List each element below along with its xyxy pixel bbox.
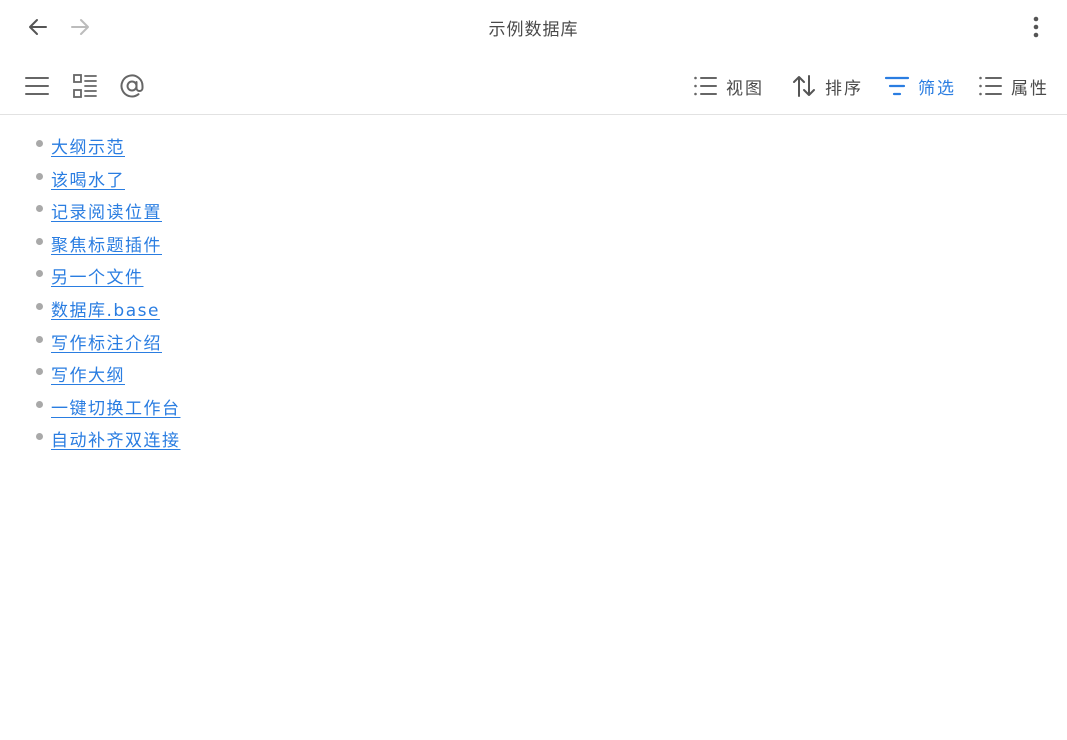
sort-button[interactable]: 排序 [791, 72, 863, 100]
bullet-dot [36, 140, 43, 147]
app-window: 示例数据库 视图 排序 筛选 属性 大纲示范 该喝水了 记录阅读位置 聚焦标题插… [0, 0, 1067, 740]
bullet-dot [36, 237, 43, 245]
filter-label: 筛选 [918, 78, 956, 99]
file-link[interactable]: 自动补齐双连接 [51, 426, 181, 451]
file-link[interactable]: 写作大纲 [51, 361, 125, 386]
bullet-dot [36, 172, 43, 180]
bullet-dot [36, 205, 43, 213]
outline-icon [73, 74, 97, 98]
file-link[interactable]: 数据库.base [51, 296, 160, 321]
page-title: 示例数据库 [488, 20, 579, 40]
toolbar: 视图 排序 筛选 属性 [0, 60, 1067, 115]
file-link[interactable]: 记录阅读位置 [51, 198, 162, 223]
properties-list-icon [977, 73, 1003, 99]
bullet-dot [36, 270, 43, 278]
bullet-dot [36, 302, 43, 310]
view-label: 视图 [726, 78, 764, 99]
bullet-dot [36, 400, 43, 408]
menu-icon [25, 77, 49, 95]
bullet-dot [36, 335, 43, 343]
file-link[interactable]: 该喝水了 [51, 166, 125, 191]
file-link[interactable]: 一键切换工作台 [51, 394, 181, 419]
more-options-button[interactable] [1029, 13, 1043, 41]
bullet-dot [36, 368, 43, 376]
mention-button[interactable] [117, 71, 147, 101]
properties-label: 属性 [1011, 78, 1049, 99]
bullet-dot [36, 433, 43, 441]
sort-icon [791, 73, 817, 99]
view-button[interactable]: 视图 [692, 72, 764, 100]
more-vertical-icon [1033, 16, 1039, 38]
at-icon [120, 74, 144, 98]
menu-button[interactable] [22, 71, 52, 101]
sort-label: 排序 [825, 78, 863, 99]
filter-button[interactable]: 筛选 [884, 72, 956, 100]
file-link[interactable]: 另一个文件 [51, 263, 144, 288]
file-link[interactable]: 写作标注介绍 [51, 329, 162, 354]
list-view-icon [692, 73, 718, 99]
properties-button[interactable]: 属性 [977, 72, 1049, 100]
file-link[interactable]: 聚焦标题插件 [51, 231, 162, 256]
filter-icon [884, 73, 910, 99]
outline-button[interactable] [70, 71, 100, 101]
title-bar: 示例数据库 [0, 0, 1067, 55]
file-link[interactable]: 大纲示范 [51, 133, 125, 158]
